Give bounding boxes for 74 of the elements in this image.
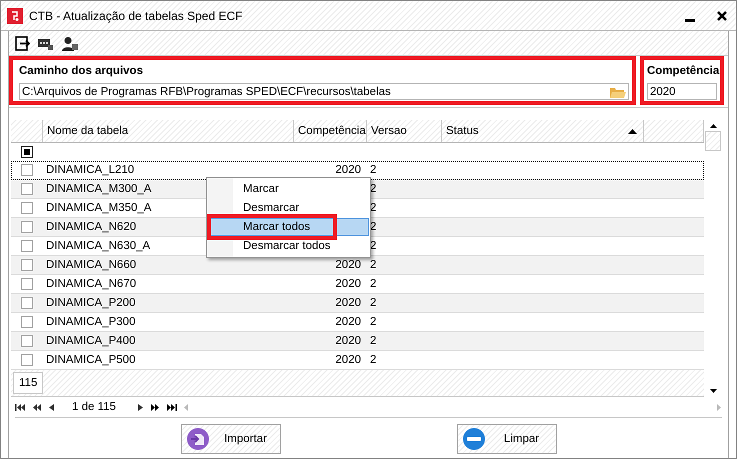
table-cell-text: 2 [369,221,376,233]
window-title: CTB - Atualização de tabelas Sped ECF [29,8,244,22]
select-all-checkbox[interactable] [21,146,33,158]
row-checkbox[interactable] [21,202,33,214]
column-header[interactable]: Versao [367,120,442,142]
row-checkbox[interactable] [21,335,33,347]
previous-page-icon[interactable] [48,402,55,412]
table-cell-text: DINAMICA_L210 [45,164,134,176]
table-cell-text: 2 [369,335,376,347]
menu-item[interactable]: Marcar [208,180,369,198]
table-cell-text: 2020 [334,316,362,328]
menu-item[interactable]: Marcar todos [208,218,369,236]
competencia-field[interactable]: 2020 [647,83,717,100]
table-cell-text: 2 [369,316,376,328]
exit-icon[interactable] [15,36,30,50]
row-checkbox[interactable] [21,316,33,328]
row-checkbox[interactable] [21,221,33,233]
table-cell-text: 2 [369,202,376,214]
table-cell-text: 2 [369,259,376,271]
row-checkbox[interactable] [21,278,33,290]
row-checkbox[interactable] [21,259,33,271]
next-page-icon[interactable] [136,402,144,412]
table-cell-text: DINAMICA_N630_A [45,240,150,252]
path-label: Caminho dos arquivos [19,64,144,78]
column-header[interactable]: Status [442,120,644,142]
table-cell-text: DINAMICA_M350_A [45,202,152,214]
table-cell-text: DINAMICA_N670 [45,278,136,290]
record-count: 115 [13,372,44,394]
table-cell-text: DINAMICA_M300_A [45,183,152,195]
scroll-down-icon[interactable] [710,388,716,394]
table-cell-text: DINAMICA_P400 [45,335,136,347]
table-cell-text: 2020 [334,297,362,309]
row-checkbox[interactable] [21,183,33,195]
table-cell-text: 2 [369,240,376,252]
page-indicator: 1 de 115 [72,401,116,413]
user-icon[interactable] [62,36,78,50]
table-cell-text: 2 [369,354,376,366]
first-page-icon[interactable] [15,402,25,412]
action-button[interactable]: Limpar [456,424,556,454]
table-cell-text: DINAMICA_P300 [45,316,136,328]
table-cell-text: DINAMICA_N620 [45,221,136,233]
table-cell-text: DINAMICA_N660 [45,259,136,271]
row-checkbox[interactable] [21,297,33,309]
next-page-group-icon[interactable] [150,402,160,412]
column-header[interactable]: Nome da tabela [43,120,294,142]
minus-icon [462,428,484,450]
action-button[interactable]: Importar [180,424,280,454]
table-cell-text: 2 [369,164,376,176]
competencia-label: Competência [647,64,717,78]
table-cell-text: DINAMICA_P500 [45,354,136,366]
column-header[interactable]: Competência [294,120,367,142]
last-page-icon[interactable] [166,402,177,412]
table-cell-text: 2020 [334,354,362,366]
table-cell-text: DINAMICA_P200 [45,297,136,309]
row-checkbox[interactable] [21,164,33,176]
row-checkbox[interactable] [21,240,33,252]
table-cell-text: 2020 [334,164,362,176]
app-logo-icon [7,8,23,24]
sort-arrow-icon[interactable] [628,128,637,134]
row-checkbox[interactable] [21,354,33,366]
table-cell-text: 2020 [334,278,362,290]
table-cell-text: 2 [369,183,376,195]
menu-item[interactable]: Desmarcar todos [208,237,369,255]
scrollbar-thumb[interactable] [705,131,721,151]
table-cell-text: 2 [369,278,376,290]
close-icon[interactable] [716,10,728,22]
scroll-up-icon[interactable] [710,123,716,129]
import-icon [186,428,208,450]
table-cell-text: 2020 [334,259,362,271]
menu-item[interactable]: Desmarcar [208,199,369,217]
path-field[interactable]: C:\Arquivos de Programas RFB\Programas SPED\ECF\recursos\tabelas [19,83,629,100]
table-cell-text: 2 [369,297,376,309]
previous-page-group-icon[interactable] [32,402,41,412]
table-cell-text: 2020 [334,335,362,347]
